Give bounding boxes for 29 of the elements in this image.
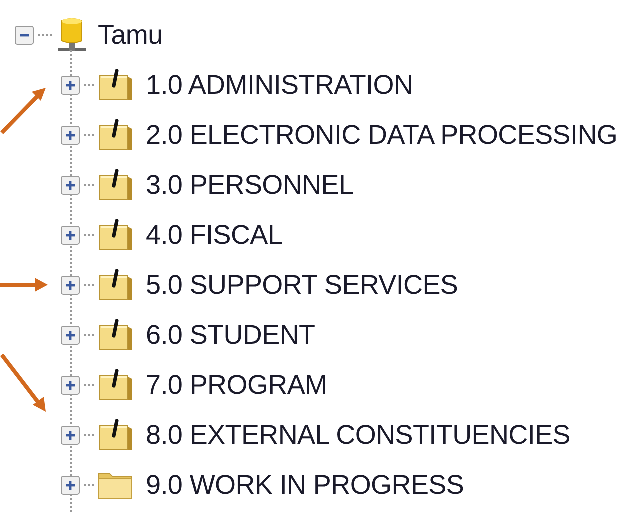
expand-toggle[interactable] (61, 126, 80, 144)
tree-node-label[interactable]: 6.0 STUDENT (146, 320, 316, 350)
expand-toggle[interactable] (61, 376, 80, 394)
database-icon (56, 17, 88, 53)
tree-node-label[interactable]: 8.0 EXTERNAL CONSTITUENCIES (146, 420, 570, 450)
box-icon (98, 318, 134, 352)
tree-node-label[interactable]: 4.0 FISCAL (146, 220, 283, 250)
tree-node-label[interactable]: 5.0 SUPPORT SERVICES (146, 270, 458, 300)
tree-node-label[interactable]: 2.0 ELECTRONIC DATA PROCESSING (146, 120, 618, 150)
tree-node-label[interactable]: 7.0 PROGRAM (146, 370, 328, 400)
tree-node-label[interactable]: 1.0 ADMINISTRATION (146, 70, 414, 100)
expand-toggle[interactable] (61, 276, 80, 294)
tree-node-label[interactable]: Tamu (98, 20, 163, 50)
box-icon (98, 268, 134, 302)
box-icon (98, 218, 134, 252)
expand-toggle[interactable] (61, 176, 80, 194)
tree-node-label[interactable]: 9.0 WORK IN PROGRESS (146, 470, 464, 500)
box-icon (98, 168, 134, 202)
expand-toggle[interactable] (61, 426, 80, 444)
expand-toggle[interactable] (61, 476, 80, 494)
box-icon (98, 368, 134, 402)
expand-toggle[interactable] (61, 226, 80, 244)
collapse-toggle[interactable] (15, 26, 34, 44)
box-icon (98, 118, 134, 152)
box-icon (98, 68, 134, 102)
box-icon (98, 418, 134, 452)
tree-node-label[interactable]: 3.0 PERSONNEL (146, 170, 354, 200)
expand-toggle[interactable] (61, 76, 80, 94)
expand-toggle[interactable] (61, 326, 80, 344)
